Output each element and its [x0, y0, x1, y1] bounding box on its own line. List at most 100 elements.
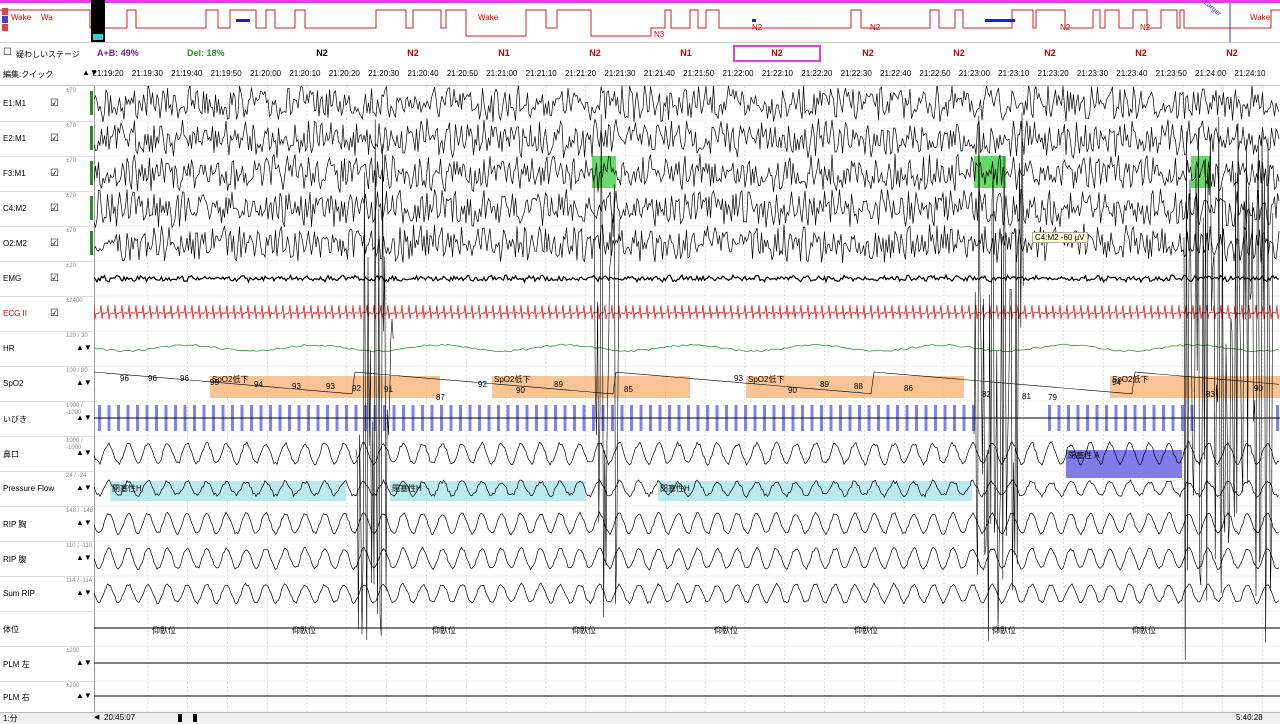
channel-row[interactable]: E2:M1 ☑ ±70	[0, 121, 94, 157]
channel-row[interactable]: HR ▲▼ 120 / 30	[0, 331, 94, 367]
channel-toggle[interactable]: ☑	[50, 98, 59, 109]
spo2-value: 81	[1022, 392, 1031, 401]
stage-epoch[interactable]: N2	[1226, 48, 1238, 58]
stage-epoch[interactable]: N2	[407, 48, 419, 58]
channel-row[interactable]: E1:M1 ☑ ±70	[0, 86, 94, 122]
spo2-value: 93	[734, 374, 743, 383]
channel-row[interactable]: ECG II ☑ ±2400	[0, 296, 94, 332]
channel-toggle[interactable]: ☑	[50, 308, 59, 319]
time-tick: 21:21:40	[643, 69, 675, 78]
channel-row[interactable]: 体位	[0, 611, 94, 647]
channel-row[interactable]: O2:M2 ☑ ±70	[0, 226, 94, 262]
channel-name: PLM 左	[3, 659, 30, 669]
channel-row[interactable]: EMG ☑ ±20	[0, 261, 94, 297]
uncertain-stage-checkbox[interactable]: ☐	[3, 47, 12, 58]
channel-toggle[interactable]: ☑	[50, 133, 59, 144]
channel-name: E1:M1	[3, 98, 27, 108]
channel-scale: 1000 / -1000	[66, 438, 83, 451]
stage-epoch[interactable]: N2	[1044, 48, 1056, 58]
channel-toggle[interactable]: ▲▼	[76, 343, 92, 352]
hypnogram-graph[interactable]	[0, 0, 1280, 42]
spo2-value: 91	[384, 385, 393, 394]
eeg-trace	[93, 223, 1280, 264]
stage-epoch[interactable]: N2	[589, 48, 601, 58]
channel-scale: 110 / -110	[66, 543, 93, 549]
hypnogram-label-wa: Wa	[41, 13, 53, 22]
channel-toggle[interactable]: ▲▼	[76, 483, 92, 492]
hypnogram-label-wake: Wake	[1250, 13, 1271, 22]
time-tick: 21:20:00	[249, 69, 282, 78]
channel-toggle[interactable]: ▲▼	[76, 588, 92, 597]
channel-name: Pressure Flow	[3, 483, 55, 493]
channel-row[interactable]: Sum RIP ▲▼ 114 / -114	[0, 576, 94, 612]
channel-row[interactable]: C4:M2 ☑ ±70	[0, 191, 94, 227]
channel-row[interactable]: PLM 左 ▲▼ ±200	[0, 646, 94, 682]
channel-gain-bar	[90, 196, 93, 220]
channel-toggle[interactable]: ▲▼	[76, 691, 92, 700]
channel-toggle[interactable]: ▲▼	[76, 658, 92, 667]
channel-row[interactable]: PLM 右 ▲▼ ±200	[0, 681, 94, 713]
spo2-event-label: SpO2低下	[1112, 375, 1149, 384]
channel-name: O2:M2	[3, 238, 28, 248]
channel-row[interactable]: RIP 腹 ▲▼ 110 / -110	[0, 541, 94, 577]
hypnogram-legend-icon	[2, 8, 8, 38]
channel-row[interactable]: Pressure Flow ▲▼ 24 / -24	[0, 471, 94, 507]
channel-row[interactable]: いびき ▲▼ 1000 / -1000	[0, 401, 94, 437]
spo2-value: 79	[1048, 393, 1057, 402]
selected-epoch-box[interactable]	[733, 45, 821, 62]
channel-toggle[interactable]: ▲▼	[76, 378, 92, 387]
spo2-value: 93	[292, 382, 301, 391]
eeg-trace	[93, 118, 1280, 159]
channel-toggle[interactable]: ☑	[50, 273, 59, 284]
spo2-value: 96	[148, 374, 157, 383]
channel-row[interactable]: F3:M1 ☑ ±70	[0, 156, 94, 192]
time-tick: 21:21:20	[564, 69, 597, 78]
position-label: 仰臥位	[152, 626, 176, 635]
signal-traces[interactable]	[93, 83, 1280, 713]
spo2-event-label: SpO2低下	[494, 375, 531, 384]
hypnogram[interactable]: Wake Wa Wake N3 N2 N2 N2 N2 Wake Larger	[0, 0, 1280, 43]
channel-scale: ±70	[66, 228, 76, 234]
channel-name: 体位	[3, 624, 19, 634]
time-tick: 21:23:10	[998, 69, 1030, 78]
stage-epoch[interactable]: N2	[953, 48, 965, 58]
channel-name: 鼻口	[3, 449, 19, 459]
hypnogram-position-cursor[interactable]	[91, 0, 105, 42]
time-tick: 21:20:30	[368, 69, 400, 78]
uncertain-stage-label: 疑わしいステージ	[16, 50, 80, 59]
scroll-left-arrow[interactable]: ◀	[94, 713, 99, 721]
channel-toggle[interactable]: ☑	[50, 168, 59, 179]
time-tick: 21:22:30	[840, 69, 872, 78]
stage-epoch[interactable]: N2	[316, 48, 328, 58]
time-tick: 21:19:20	[92, 69, 124, 78]
channel-name: いびき	[3, 414, 27, 424]
spo2-value: 89	[820, 380, 829, 389]
edit-mode-label: 編集:クイック	[3, 70, 54, 79]
channel-toggle[interactable]: ▲▼	[76, 553, 92, 562]
channel-name: E2:M1	[3, 133, 27, 143]
spo2-value: 87	[436, 393, 445, 402]
hypopnea-event-label: 閉塞性H	[112, 484, 142, 493]
channel-toggle[interactable]: ☑	[50, 238, 59, 249]
signal-area[interactable]: 96 96 96 95 94 93 93 92 91 87 92 90 89 85 93 90 89 88 86 82…	[93, 83, 1280, 713]
channel-row[interactable]: 鼻口 ▲▼ 1000 / -1000	[0, 436, 94, 472]
hypopnea-event-label: 閉塞性H	[660, 484, 690, 493]
spo2-value: 89	[554, 380, 563, 389]
stage-epoch[interactable]: N2	[862, 48, 874, 58]
time-tick: 21:21:00	[486, 69, 518, 78]
channel-name: EMG	[3, 273, 22, 283]
scroll-thumb[interactable]	[193, 714, 197, 722]
stage-epoch[interactable]: N1	[680, 48, 692, 58]
channel-toggle[interactable]: ▲▼	[76, 518, 92, 527]
channel-scale: ±70	[66, 88, 76, 94]
channel-row[interactable]: SpO2 ▲▼ 100 / 80	[0, 366, 94, 402]
stage-epoch[interactable]: N1	[498, 48, 510, 58]
obstructive-hypopnea-event[interactable]	[658, 481, 972, 501]
stage-epoch[interactable]: N2	[1135, 48, 1147, 58]
channel-row[interactable]: RIP 胸 ▲▼ 148 / -148	[0, 506, 94, 542]
channel-toggle[interactable]: ☑	[50, 203, 59, 214]
channel-name: RIP 腹	[3, 554, 27, 564]
hypnogram-label-n2: N2	[752, 23, 763, 32]
time-axis: 編集:クイック ▲▼ 21:19:20 21:19:30 21:19:40 21:19…	[0, 65, 1280, 86]
scroll-thumb[interactable]	[178, 714, 182, 722]
